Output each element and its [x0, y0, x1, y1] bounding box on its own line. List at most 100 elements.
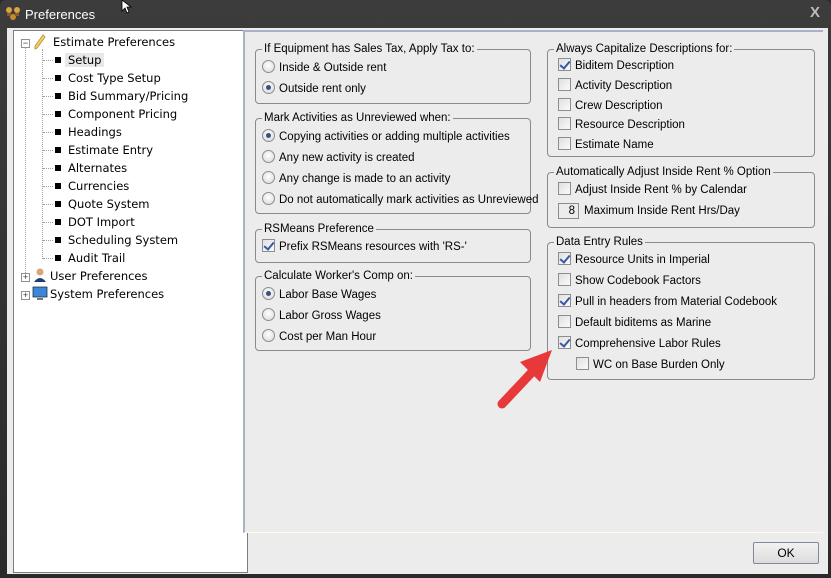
radio-new-activity[interactable]: Any new activity is created [262, 150, 415, 166]
radio-labor-base-wages[interactable]: Labor Base Wages [262, 287, 376, 303]
radio-button[interactable] [262, 329, 275, 342]
expand-user-preferences-button[interactable]: + [21, 273, 30, 282]
checkbox[interactable] [558, 117, 571, 130]
tree-item-bid-summary-pricing[interactable]: Bid Summary/Pricing [65, 87, 191, 105]
expand-system-preferences-button[interactable]: + [21, 291, 30, 300]
tree-item-component-pricing[interactable]: Component Pricing [65, 105, 180, 123]
option-label: Resource Units in Imperial [575, 254, 710, 266]
tree-item-audit-trail[interactable]: Audit Trail [65, 249, 128, 267]
rsmeans-group: RSMeans Preference Prefix RSMeans resour… [255, 222, 531, 263]
radio-button[interactable] [262, 60, 275, 73]
checkbox-estimate-name[interactable]: Estimate Name [558, 137, 654, 153]
tree-item-dot-import[interactable]: DOT Import [65, 213, 138, 231]
tree-item-label: Alternates [68, 161, 128, 175]
tree-line [43, 78, 53, 79]
radio-button[interactable] [262, 287, 275, 300]
radio-copying-activities[interactable]: Copying activities or adding multiple ac… [262, 129, 510, 145]
checkbox-resource-units-imperial[interactable]: Resource Units in Imperial [558, 252, 710, 268]
radio-cost-per-man-hour[interactable]: Cost per Man Hour [262, 329, 376, 345]
checkbox-adjust-inside-rent[interactable]: Adjust Inside Rent % by Calendar [558, 182, 747, 198]
checkbox[interactable] [558, 58, 571, 71]
user-icon [34, 268, 46, 282]
option-label: Any new activity is created [279, 152, 415, 164]
tree-item-setup[interactable]: Setup [65, 51, 105, 69]
checkbox[interactable] [558, 78, 571, 91]
checkbox-wc-base-burden-only[interactable]: WC on Base Burden Only [576, 357, 725, 373]
tree-line [42, 49, 43, 259]
checkbox-prefix-rsmeans[interactable]: Prefix RSMeans resources with 'RS-' [262, 239, 467, 255]
max-inside-rent-input[interactable]: 8 [558, 203, 579, 219]
mouse-cursor-icon [121, 0, 133, 14]
radio-button[interactable] [262, 171, 275, 184]
checkbox[interactable] [558, 315, 571, 328]
checkbox-comprehensive-labor-rules[interactable]: Comprehensive Labor Rules [558, 336, 721, 352]
close-button[interactable]: X [805, 4, 825, 22]
radio-outside-rent-only[interactable]: Outside rent only [262, 81, 366, 97]
radio-do-not-mark[interactable]: Do not automatically mark activities as … [262, 192, 539, 208]
option-label: Show Codebook Factors [575, 275, 701, 287]
option-label: Pull in headers from Material Codebook [575, 296, 777, 308]
tree-line [43, 186, 53, 187]
checkbox-show-codebook-factors[interactable]: Show Codebook Factors [558, 273, 701, 289]
radio-button[interactable] [262, 192, 275, 205]
radio-button[interactable] [262, 150, 275, 163]
window-title: Preferences [25, 7, 96, 22]
tree-item-label: User Preferences [50, 269, 148, 283]
option-label: Do not automatically mark activities as … [279, 194, 539, 206]
preferences-tree[interactable]: − Estimate Preferences Setup Cost Type Se… [13, 30, 248, 573]
inside-rent-group: Automatically Adjust Inside Rent % Optio… [547, 165, 815, 228]
radio-any-change[interactable]: Any change is made to an activity [262, 171, 450, 187]
checkbox[interactable] [262, 239, 275, 252]
checkbox[interactable] [558, 273, 571, 286]
radio-button[interactable] [262, 308, 275, 321]
option-label: Labor Base Wages [279, 289, 377, 301]
checkbox[interactable] [558, 98, 571, 111]
checkbox[interactable] [558, 137, 571, 150]
tree-item-label: Cost Type Setup [68, 71, 161, 85]
tree-item-estimate-preferences[interactable]: Estimate Preferences [50, 33, 178, 51]
radio-button[interactable] [262, 129, 275, 142]
radio-button[interactable] [262, 81, 275, 94]
checkbox[interactable] [558, 294, 571, 307]
tree-item-label: Scheduling System [68, 233, 179, 247]
tree-item-headings[interactable]: Headings [65, 123, 125, 141]
tree-item-system-preferences[interactable]: System Preferences [50, 285, 164, 303]
tree-item-label: Headings [68, 125, 122, 139]
close-icon: X [809, 4, 820, 21]
tree-item-currencies[interactable]: Currencies [65, 177, 132, 195]
checkbox-biditem-description[interactable]: Biditem Description [558, 58, 674, 74]
tree-item-scheduling-system[interactable]: Scheduling System [65, 231, 181, 249]
bullet-icon [55, 93, 61, 99]
checkbox[interactable] [558, 182, 571, 195]
checkbox-resource-description[interactable]: Resource Description [558, 117, 685, 133]
tree-item-cost-type-setup[interactable]: Cost Type Setup [65, 69, 164, 87]
ok-button[interactable]: OK [753, 542, 819, 564]
checkbox-default-biditems-marine[interactable]: Default biditems as Marine [558, 315, 711, 331]
group-title: Calculate Worker's Comp on: [262, 269, 415, 283]
checkbox-pull-in-headers[interactable]: Pull in headers from Material Codebook [558, 294, 777, 310]
bullet-icon [55, 201, 61, 207]
checkbox[interactable] [576, 357, 589, 370]
annotation-arrow-icon [497, 350, 552, 409]
tree-item-estimate-entry[interactable]: Estimate Entry [65, 141, 156, 159]
radio-inside-outside-rent[interactable]: Inside & Outside rent [262, 60, 386, 76]
bullet-icon [55, 237, 61, 243]
tree-item-user-preferences[interactable]: User Preferences [50, 267, 148, 285]
bullet-icon [55, 111, 61, 117]
tree-line [25, 45, 26, 275]
group-title: Data Entry Rules [554, 235, 645, 249]
tree-item-quote-system[interactable]: Quote System [65, 195, 153, 213]
group-title: Always Capitalize Descriptions for: [554, 42, 735, 56]
collapse-estimate-preferences-button[interactable]: − [21, 39, 30, 48]
checkbox-activity-description[interactable]: Activity Description [558, 78, 672, 94]
radio-labor-gross-wages[interactable]: Labor Gross Wages [262, 308, 381, 324]
checkbox[interactable] [558, 252, 571, 265]
dialog-client-area: − Estimate Preferences Setup Cost Type Se… [7, 28, 828, 574]
checkbox-crew-description[interactable]: Crew Description [558, 98, 663, 114]
tree-item-alternates[interactable]: Alternates [65, 159, 130, 177]
option-label: Outside rent only [279, 83, 366, 95]
option-label: Inside & Outside rent [279, 62, 387, 74]
tree-line [43, 150, 53, 151]
option-label: Maximum Inside Rent Hrs/Day [584, 205, 740, 217]
group-title: RSMeans Preference [262, 222, 376, 236]
